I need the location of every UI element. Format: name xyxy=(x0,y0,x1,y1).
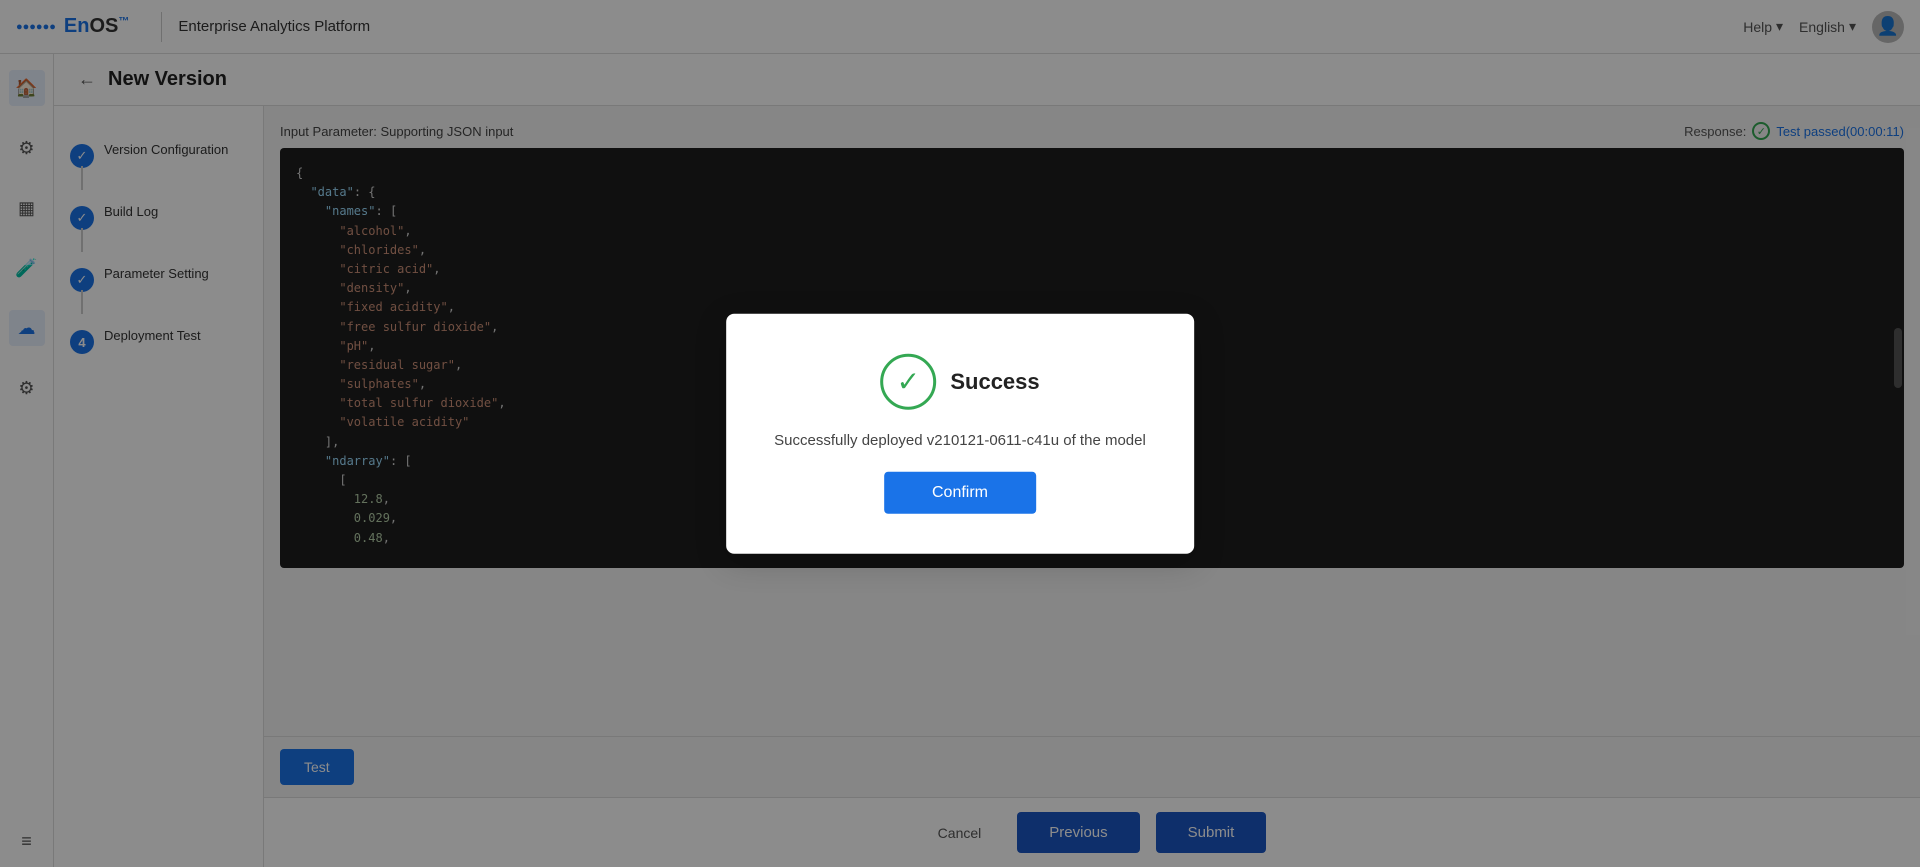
success-modal: ✓ Success Successfully deployed v210121-… xyxy=(726,313,1194,554)
success-icon: ✓ xyxy=(880,353,936,409)
modal-header: ✓ Success xyxy=(880,353,1039,409)
modal-body: Successfully deployed v210121-0611-c41u … xyxy=(774,429,1146,452)
confirm-button[interactable]: Confirm xyxy=(884,472,1036,514)
modal-title: Success xyxy=(950,368,1039,394)
